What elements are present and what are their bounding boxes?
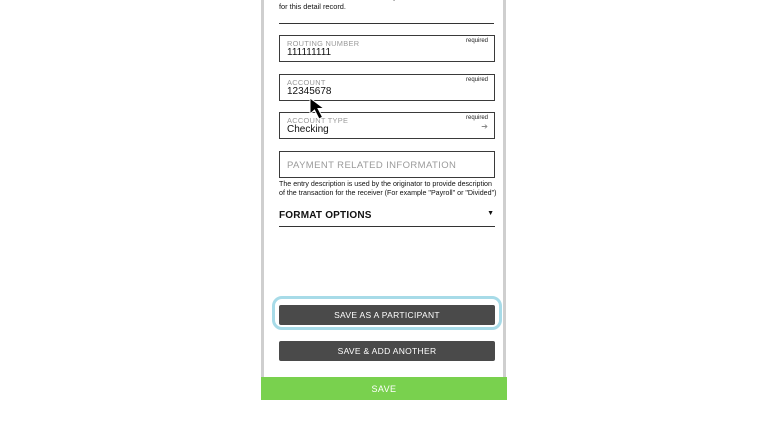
- payment-description-text: The entry description is used by the ori…: [279, 180, 497, 197]
- required-label: required: [465, 115, 488, 121]
- form-panel: financial institution to ensure validity…: [261, 0, 506, 400]
- account-value: 12345678: [287, 86, 332, 97]
- payment-related-information-field[interactable]: PAYMENT RELATED INFORMATION: [279, 151, 495, 178]
- payment-related-information-label: PAYMENT RELATED INFORMATION: [287, 160, 457, 171]
- mouse-pointer-icon: [309, 97, 326, 120]
- caret-down-icon: ▼: [487, 210, 494, 217]
- required-label: required: [465, 77, 488, 83]
- routing-number-value: 111111111: [287, 47, 332, 58]
- save-as-participant-button[interactable]: SAVE AS A PARTICIPANT: [279, 305, 495, 325]
- save-and-add-another-button[interactable]: SAVE & ADD ANOTHER: [279, 341, 495, 361]
- arrow-right-icon: ➔: [481, 122, 488, 131]
- save-button[interactable]: SAVE: [261, 377, 507, 400]
- routing-number-field[interactable]: ROUTING NUMBER required 111111111: [279, 35, 495, 62]
- required-label: required: [465, 38, 488, 44]
- divider: [279, 23, 494, 24]
- intro-text: financial institution to ensure validity…: [279, 0, 484, 11]
- account-type-value: Checking: [287, 124, 329, 135]
- format-options-toggle[interactable]: FORMAT OPTIONS ▼: [279, 209, 495, 227]
- format-options-label: FORMAT OPTIONS: [279, 210, 372, 221]
